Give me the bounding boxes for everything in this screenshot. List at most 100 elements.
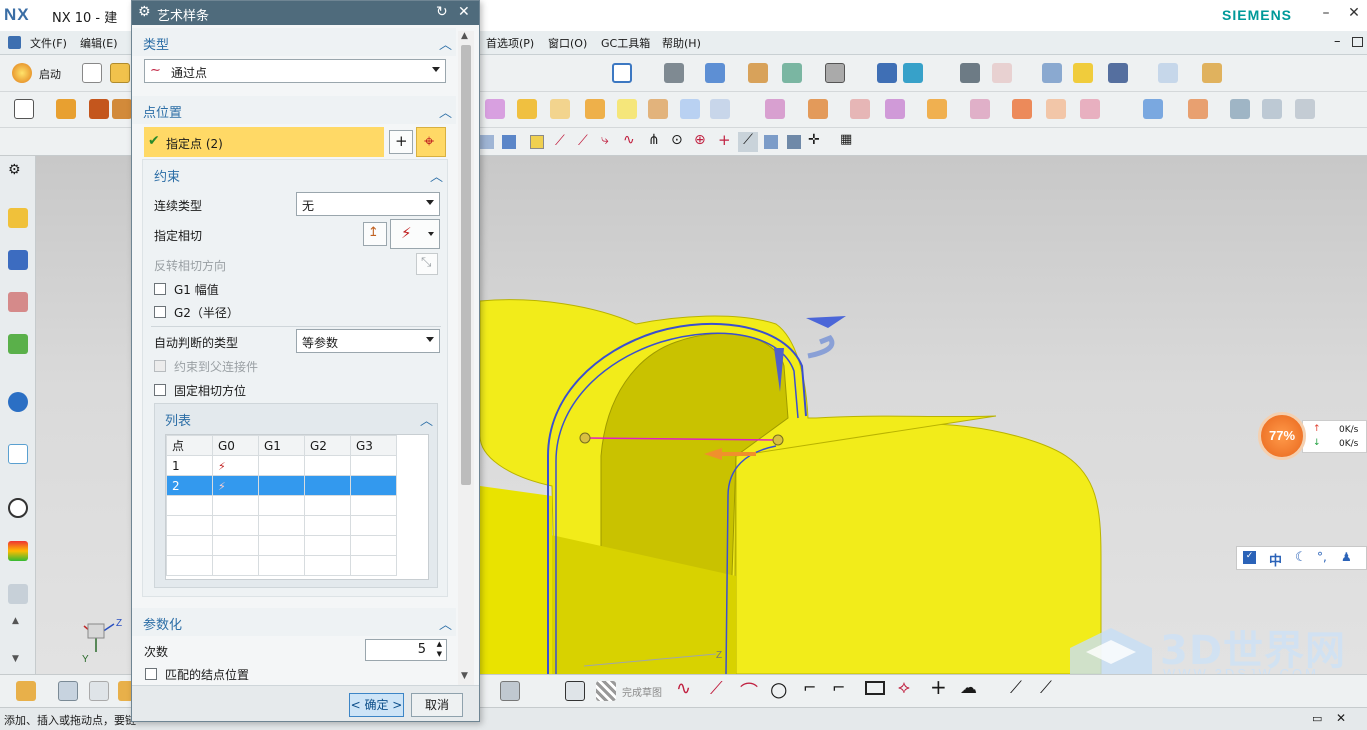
- snap-exist-point-icon[interactable]: +: [718, 131, 731, 149]
- start-icon[interactable]: [12, 63, 32, 83]
- pocket-icon[interactable]: [1046, 99, 1066, 119]
- view-orient-icon[interactable]: [705, 63, 725, 83]
- reuse-library-icon[interactable]: [8, 334, 28, 354]
- trim-body-icon[interactable]: [617, 99, 637, 119]
- pad-icon[interactable]: [1012, 99, 1032, 119]
- point-dialog-button[interactable]: +: [389, 130, 413, 154]
- menu-help[interactable]: 帮助(H): [662, 35, 701, 51]
- snap-intersection-icon[interactable]: ⋔: [648, 132, 660, 148]
- assembly-navigator-icon[interactable]: [8, 208, 28, 228]
- unite-icon[interactable]: [765, 99, 785, 119]
- collapse-chevron-icon[interactable]: ︿: [439, 614, 452, 633]
- continuity-type-dropdown[interactable]: 无: [296, 192, 440, 216]
- snap-endpoint-icon[interactable]: [480, 135, 494, 149]
- trim-icon[interactable]: ⟋: [1010, 678, 1022, 698]
- blend-icon[interactable]: [485, 99, 505, 119]
- dialog-title-bar[interactable]: ⚙ 艺术样条 ↻ ✕: [132, 1, 479, 25]
- new-file-icon[interactable]: [82, 63, 102, 83]
- status-restore-icon[interactable]: ▭: [1312, 712, 1322, 725]
- wcs-icon[interactable]: [992, 63, 1012, 83]
- surface-icon[interactable]: [1143, 99, 1163, 119]
- sketch-icon[interactable]: [14, 99, 34, 119]
- menu-gc-toolbox[interactable]: GC工具箱: [601, 35, 650, 51]
- snap-quadrant-icon[interactable]: ⊕: [694, 132, 706, 148]
- work-layer-icon[interactable]: [825, 63, 845, 83]
- start-button[interactable]: 启动: [39, 66, 61, 82]
- slot-icon[interactable]: [1080, 99, 1100, 119]
- type-section-header[interactable]: 类型 ︿: [132, 28, 456, 56]
- snap-arc-icon[interactable]: ⤷: [601, 132, 609, 148]
- chamfer-sketch-icon[interactable]: ⌐: [832, 678, 845, 697]
- collapse-chevron-icon[interactable]: ︿: [439, 102, 452, 121]
- snap-table-icon[interactable]: ▦: [840, 132, 852, 147]
- network-speed-widget[interactable]: ↑ 0K/s ↓ 0K/s 77%: [1258, 412, 1367, 460]
- polygon-icon[interactable]: ⟡: [898, 677, 910, 698]
- collapse-chevron-icon[interactable]: ︿: [420, 410, 433, 429]
- reverse-direction-button[interactable]: ⤡: [416, 253, 438, 275]
- reset-icon[interactable]: ↻: [436, 4, 448, 20]
- fit-view-icon[interactable]: [612, 63, 632, 83]
- snap-on-curve-icon[interactable]: ⟋: [738, 132, 758, 152]
- app-menu-icon[interactable]: [8, 36, 21, 49]
- spin-down-icon[interactable]: ▼: [437, 650, 442, 658]
- selection-icon[interactable]: [1108, 63, 1128, 83]
- status-close-icon[interactable]: ✕: [1336, 711, 1346, 725]
- spline-point-2[interactable]: [772, 434, 784, 446]
- tangent-vector-button[interactable]: ↥: [363, 222, 387, 246]
- rectangle-icon[interactable]: [865, 681, 885, 695]
- finish-sketch-label[interactable]: 完成草图: [622, 684, 662, 699]
- dialog-close-icon[interactable]: ✕: [458, 4, 470, 20]
- snap-center-icon[interactable]: ⊙: [671, 132, 683, 148]
- snap-icon[interactable]: [1042, 63, 1062, 83]
- g1-checkbox[interactable]: [154, 283, 166, 295]
- scroll-down-icon[interactable]: ▼: [12, 654, 19, 664]
- fix-tangent-checkbox[interactable]: [154, 384, 166, 396]
- snap-bounded-icon[interactable]: [787, 135, 801, 149]
- shell-icon[interactable]: [550, 99, 570, 119]
- snap-spline-icon[interactable]: ∿: [623, 132, 635, 148]
- analysis-icon[interactable]: [1073, 63, 1093, 83]
- dialog-settings-icon[interactable]: ⚙: [138, 4, 151, 20]
- snap-face-icon[interactable]: [764, 135, 778, 149]
- revolve-icon[interactable]: [89, 99, 109, 119]
- hole-icon[interactable]: [927, 99, 947, 119]
- minimize-doc-icon[interactable]: –: [1334, 34, 1341, 49]
- ok-button[interactable]: < 确定 >: [349, 693, 404, 717]
- param-section-header[interactable]: 参数化 ︿: [132, 608, 456, 636]
- snap-curve-icon[interactable]: ⟋: [578, 133, 588, 149]
- section-view-icon[interactable]: [782, 63, 802, 83]
- settings-gear-icon[interactable]: ⚙: [8, 162, 21, 178]
- close-window-icon[interactable]: ✕: [1346, 5, 1362, 23]
- g2-checkbox[interactable]: [154, 306, 166, 318]
- ime-punct-icon[interactable]: °,: [1317, 550, 1327, 564]
- component-icon[interactable]: [58, 681, 78, 701]
- feature-icon[interactable]: [112, 99, 132, 119]
- profile-icon[interactable]: ∿: [676, 678, 691, 699]
- extrude-icon[interactable]: [56, 99, 76, 119]
- table-row-selected[interactable]: 2 ⚡: [166, 475, 397, 496]
- finish-sketch-icon[interactable]: [596, 681, 616, 701]
- measure-icon[interactable]: [1202, 63, 1222, 83]
- cancel-button[interactable]: 取消: [411, 693, 463, 717]
- intersect-icon[interactable]: [850, 99, 870, 119]
- history-clock-icon[interactable]: [8, 498, 28, 518]
- move-object-icon[interactable]: [877, 63, 897, 83]
- roles-icon[interactable]: [8, 584, 28, 604]
- constraint-navigator-icon[interactable]: [8, 250, 28, 270]
- spin-up-icon[interactable]: ▲: [437, 640, 442, 648]
- g0-constraint-icon[interactable]: ⚡: [212, 475, 259, 496]
- point-icon[interactable]: +: [930, 675, 947, 699]
- specify-point-row[interactable]: ✔ 指定点 (2): [144, 127, 384, 157]
- extend-icon[interactable]: ⟋: [1040, 678, 1052, 698]
- palette-icon[interactable]: [8, 541, 28, 561]
- view-sketch-icon[interactable]: [500, 681, 520, 701]
- parent-constraint-checkbox[interactable]: [154, 360, 166, 372]
- scroll-thumb[interactable]: [461, 45, 471, 485]
- web-browser-icon[interactable]: [8, 444, 28, 464]
- g0-constraint-icon[interactable]: ⚡: [212, 455, 259, 476]
- patch-icon[interactable]: [1295, 99, 1315, 119]
- restore-doc-icon[interactable]: [1352, 37, 1363, 47]
- ime-check-icon[interactable]: ✓: [1243, 551, 1256, 564]
- open-folder-icon[interactable]: [110, 63, 130, 83]
- draft-icon[interactable]: [585, 99, 605, 119]
